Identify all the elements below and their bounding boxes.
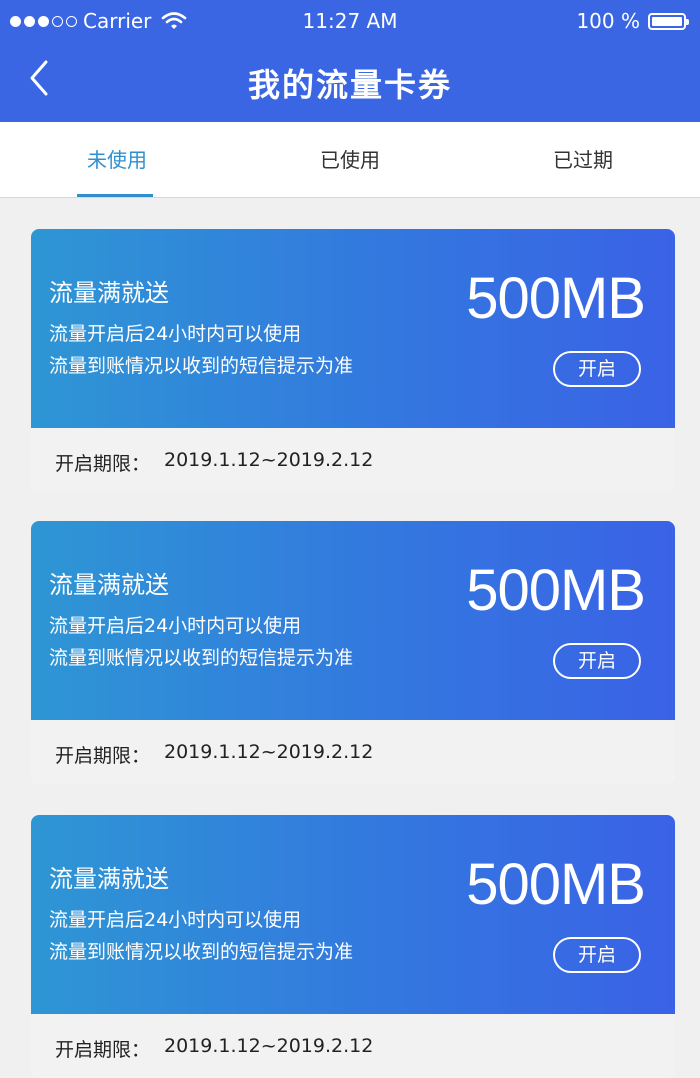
tab-unused[interactable]: 未使用 xyxy=(0,122,234,197)
period-value: 2019.1.12~2019.2.12 xyxy=(164,741,374,763)
active-tab-indicator xyxy=(77,194,153,197)
coupon-card-footer: 开启期限： 2019.1.12~2019.2.12 xyxy=(31,720,675,784)
coupon-card-footer: 开启期限： 2019.1.12~2019.2.12 xyxy=(31,428,675,492)
activate-button[interactable]: 开启 xyxy=(553,937,641,973)
coupon-rule-1: 流量开启后24小时内可以使用 xyxy=(49,909,302,931)
status-bar: Carrier 11:27 AM 100 % xyxy=(0,0,700,44)
coupon-rule-1: 流量开启后24小时内可以使用 xyxy=(49,615,302,637)
coupon-card-header: 流量满就送 流量开启后24小时内可以使用 流量到账情况以收到的短信提示为准 50… xyxy=(31,521,675,720)
coupon-rule-1: 流量开启后24小时内可以使用 xyxy=(49,323,302,345)
coupon-amount: 500MB xyxy=(466,852,646,917)
coupon-amount: 500MB xyxy=(466,266,646,331)
tab-expired[interactable]: 已过期 xyxy=(466,122,700,197)
coupon-card-header: 流量满就送 流量开启后24小时内可以使用 流量到账情况以收到的短信提示为准 50… xyxy=(31,815,675,1014)
coupon-amount: 500MB xyxy=(466,558,646,623)
coupon-rule-2: 流量到账情况以收到的短信提示为准 xyxy=(49,941,354,963)
battery-icon xyxy=(648,12,689,30)
coupon-card: 流量满就送 流量开启后24小时内可以使用 流量到账情况以收到的短信提示为准 50… xyxy=(31,229,675,492)
coupon-title: 流量满就送 xyxy=(49,279,169,307)
coupon-card-header: 流量满就送 流量开启后24小时内可以使用 流量到账情况以收到的短信提示为准 50… xyxy=(31,229,675,428)
tab-bar: 未使用 已使用 已过期 xyxy=(0,122,700,198)
activate-button[interactable]: 开启 xyxy=(553,351,641,387)
battery-percent: 100 % xyxy=(576,9,640,33)
period-value: 2019.1.12~2019.2.12 xyxy=(164,449,374,471)
coupon-card: 流量满就送 流量开启后24小时内可以使用 流量到账情况以收到的短信提示为准 50… xyxy=(31,815,675,1078)
coupon-title: 流量满就送 xyxy=(49,865,169,893)
period-value: 2019.1.12~2019.2.12 xyxy=(164,1035,374,1057)
coupon-card-footer: 开启期限： 2019.1.12~2019.2.12 xyxy=(31,1014,675,1078)
page-title: 我的流量卡券 xyxy=(247,66,452,104)
coupon-rule-2: 流量到账情况以收到的短信提示为准 xyxy=(49,647,354,669)
period-label: 开启期限： xyxy=(55,453,151,475)
app-header: Carrier 11:27 AM 100 % 我的流量卡券 xyxy=(0,0,700,122)
coupon-title: 流量满就送 xyxy=(49,571,169,599)
tab-used[interactable]: 已使用 xyxy=(233,122,467,197)
status-right: 100 % xyxy=(576,9,689,33)
period-label: 开启期限： xyxy=(55,745,151,767)
coupon-card: 流量满就送 流量开启后24小时内可以使用 流量到账情况以收到的短信提示为准 50… xyxy=(31,521,675,784)
activate-button[interactable]: 开启 xyxy=(553,643,641,679)
period-label: 开启期限： xyxy=(55,1039,151,1061)
coupon-rule-2: 流量到账情况以收到的短信提示为准 xyxy=(49,355,354,377)
